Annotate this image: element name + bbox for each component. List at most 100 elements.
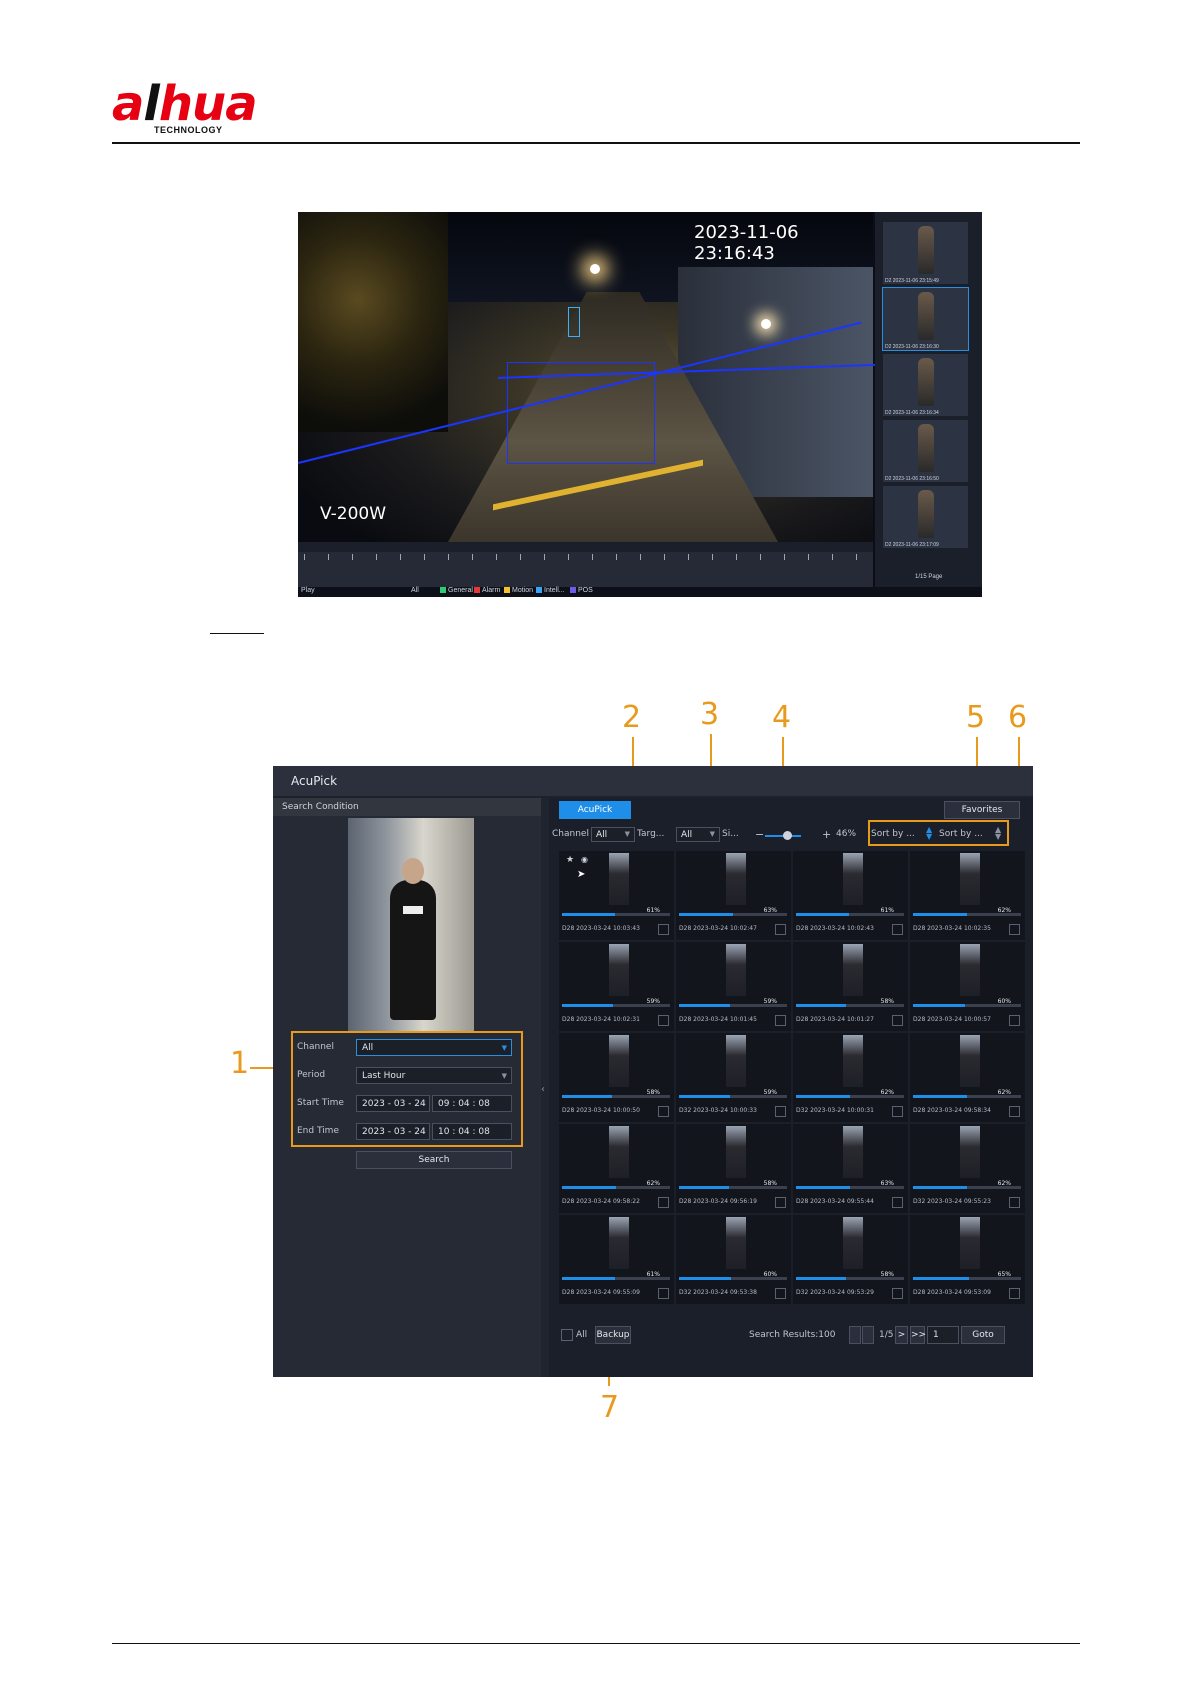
next-page-button[interactable]: > — [895, 1326, 908, 1344]
wall-light — [761, 319, 771, 329]
similarity-value: 61% — [646, 1271, 660, 1278]
result-checkbox[interactable] — [1009, 1015, 1020, 1026]
legend-alarm[interactable]: Alarm — [474, 587, 500, 594]
result-checkbox[interactable] — [1009, 1288, 1020, 1299]
zoom-value: 46% — [836, 829, 857, 839]
snapshot-thumb[interactable]: D2 2023-11-06 23:16:50 — [883, 420, 968, 482]
first-page-button[interactable] — [849, 1326, 861, 1344]
shirt-logo — [403, 906, 423, 914]
select-all-label: All — [576, 1330, 588, 1340]
similarity-fill — [679, 1186, 729, 1189]
result-checkbox[interactable] — [775, 924, 786, 935]
last-page-button[interactable]: >> — [910, 1326, 926, 1344]
result-card[interactable]: 61% D28 2023-03-24 10:02:43 — [793, 851, 908, 940]
result-checkbox[interactable] — [775, 1015, 786, 1026]
snapshot-thumb[interactable]: D2 2023-11-06 23:15:49 — [883, 222, 968, 284]
select-all-checkbox[interactable] — [561, 1329, 573, 1341]
result-checkbox[interactable] — [775, 1106, 786, 1117]
result-checkbox[interactable] — [892, 924, 903, 935]
zoom-out-button[interactable]: − — [755, 828, 764, 841]
snapshot-thumb[interactable]: D2 2023-11-06 23:17:09 — [883, 486, 968, 548]
result-card[interactable]: 63% D28 2023-03-24 10:02:47 — [676, 851, 791, 940]
timestamp-overlay: 2023-11-06 23:16:43 — [694, 222, 799, 264]
similarity-fill — [796, 1277, 846, 1280]
timeline[interactable] — [298, 552, 873, 592]
result-card[interactable]: 60% D28 2023-03-24 10:00:57 — [910, 942, 1025, 1031]
result-card[interactable]: 59% D28 2023-03-24 10:02:31 — [559, 942, 674, 1031]
goto-page-input[interactable]: 1 — [927, 1326, 959, 1344]
result-checkbox[interactable] — [658, 1197, 669, 1208]
result-card[interactable]: 62% D28 2023-03-24 09:58:22 — [559, 1124, 674, 1213]
result-card[interactable]: 62% D32 2023-03-24 10:00:31 — [793, 1033, 908, 1122]
snapshot-caption: D28 2023-03-24 09:58:34 — [913, 1107, 991, 1114]
similarity-fill — [796, 1186, 850, 1189]
backup-button[interactable]: Backup — [595, 1326, 631, 1344]
result-checkbox[interactable] — [1009, 1106, 1020, 1117]
result-card[interactable]: 62% D32 2023-03-24 09:55:23 — [910, 1124, 1025, 1213]
snapshot-thumb[interactable]: D2 2023-11-06 23:16:30 — [882, 287, 969, 351]
similarity-value: 59% — [646, 998, 660, 1005]
snapshot-caption: D32 2023-03-24 09:53:29 — [796, 1289, 874, 1296]
tab-acupick[interactable]: AcuPick — [559, 801, 631, 819]
result-card[interactable]: 60% D32 2023-03-24 09:53:38 — [676, 1215, 791, 1304]
target-filter-select[interactable]: All ▼ — [676, 827, 720, 842]
page-indicator: 1/15 Page — [915, 574, 943, 580]
playback-controls[interactable] — [298, 542, 873, 552]
result-checkbox[interactable] — [892, 1106, 903, 1117]
logo-subtitle: TECHNOLOGY — [154, 125, 223, 135]
eye-icon[interactable]: ◉ — [581, 855, 588, 864]
channel-filter-select[interactable]: All ▼ — [591, 827, 635, 842]
goto-button[interactable]: Goto — [961, 1326, 1005, 1344]
cursor-icon: ➤ — [577, 869, 586, 880]
result-checkbox[interactable] — [658, 1288, 669, 1299]
similarity-value: 58% — [763, 1180, 777, 1187]
similarity-fill — [796, 1004, 846, 1007]
filter-all[interactable]: All — [411, 587, 419, 594]
page-indicator: 1/5 — [879, 1330, 894, 1340]
result-checkbox[interactable] — [658, 1015, 669, 1026]
legend-general[interactable]: General — [440, 587, 473, 594]
similarity-value: 62% — [646, 1180, 660, 1187]
legend-intelli[interactable]: Intell... — [536, 587, 565, 594]
collapse-handle[interactable]: ‹ — [541, 798, 549, 1377]
result-card[interactable]: 62% D28 2023-03-24 10:02:35 — [910, 851, 1025, 940]
result-card[interactable]: 65% D28 2023-03-24 09:53:09 — [910, 1215, 1025, 1304]
result-card[interactable]: 63% D28 2023-03-24 09:55:44 — [793, 1124, 908, 1213]
result-checkbox[interactable] — [775, 1197, 786, 1208]
result-card[interactable]: 58% D28 2023-03-24 10:01:27 — [793, 942, 908, 1031]
result-card[interactable]: 58% D28 2023-03-24 10:00:50 — [559, 1033, 674, 1122]
favorites-button[interactable]: Favorites — [944, 801, 1020, 819]
result-card[interactable]: ★ ◉ ➤ 61% D28 2023-03-24 10:03:43 — [559, 851, 674, 940]
zoom-slider-knob[interactable] — [783, 831, 792, 840]
similarity-value: 62% — [997, 907, 1011, 914]
snapshot-caption: D28 2023-03-24 10:02:31 — [562, 1016, 640, 1023]
zoom-in-button[interactable]: + — [822, 828, 831, 841]
result-checkbox[interactable] — [1009, 924, 1020, 935]
result-card[interactable]: 59% D32 2023-03-24 10:00:33 — [676, 1033, 791, 1122]
person-snapshot — [960, 853, 980, 905]
prev-page-button[interactable] — [862, 1326, 874, 1344]
result-checkbox[interactable] — [892, 1015, 903, 1026]
result-checkbox[interactable] — [1009, 1197, 1020, 1208]
legend-motion[interactable]: Motion — [504, 587, 533, 594]
search-condition-panel: Search Condition Channel All ▼ Period Las… — [273, 798, 541, 1377]
result-card[interactable]: 62% D28 2023-03-24 09:58:34 — [910, 1033, 1025, 1122]
snapshot-thumb[interactable]: D2 2023-11-06 23:16:34 — [883, 354, 968, 416]
results-footer: All Backup Search Results:100 1/5 > >> 1… — [549, 1318, 1033, 1377]
result-checkbox[interactable] — [775, 1288, 786, 1299]
callout-2: 2 — [622, 700, 642, 735]
callout-5: 5 — [966, 700, 986, 735]
legend-pos[interactable]: POS — [570, 587, 593, 594]
star-icon[interactable]: ★ — [566, 855, 574, 865]
result-checkbox[interactable] — [892, 1288, 903, 1299]
result-card[interactable]: 58% D32 2023-03-24 09:53:29 — [793, 1215, 908, 1304]
result-card[interactable]: 59% D28 2023-03-24 10:01:45 — [676, 942, 791, 1031]
result-card[interactable]: 61% D28 2023-03-24 09:55:09 — [559, 1215, 674, 1304]
result-checkbox[interactable] — [658, 1106, 669, 1117]
result-checkbox[interactable] — [658, 924, 669, 935]
result-card[interactable]: 58% D28 2023-03-24 09:56:19 — [676, 1124, 791, 1213]
similarity-value: 61% — [880, 907, 894, 914]
search-button[interactable]: Search — [356, 1151, 512, 1169]
dahua-logo: alhua TECHNOLOGY — [112, 76, 272, 138]
result-checkbox[interactable] — [892, 1197, 903, 1208]
